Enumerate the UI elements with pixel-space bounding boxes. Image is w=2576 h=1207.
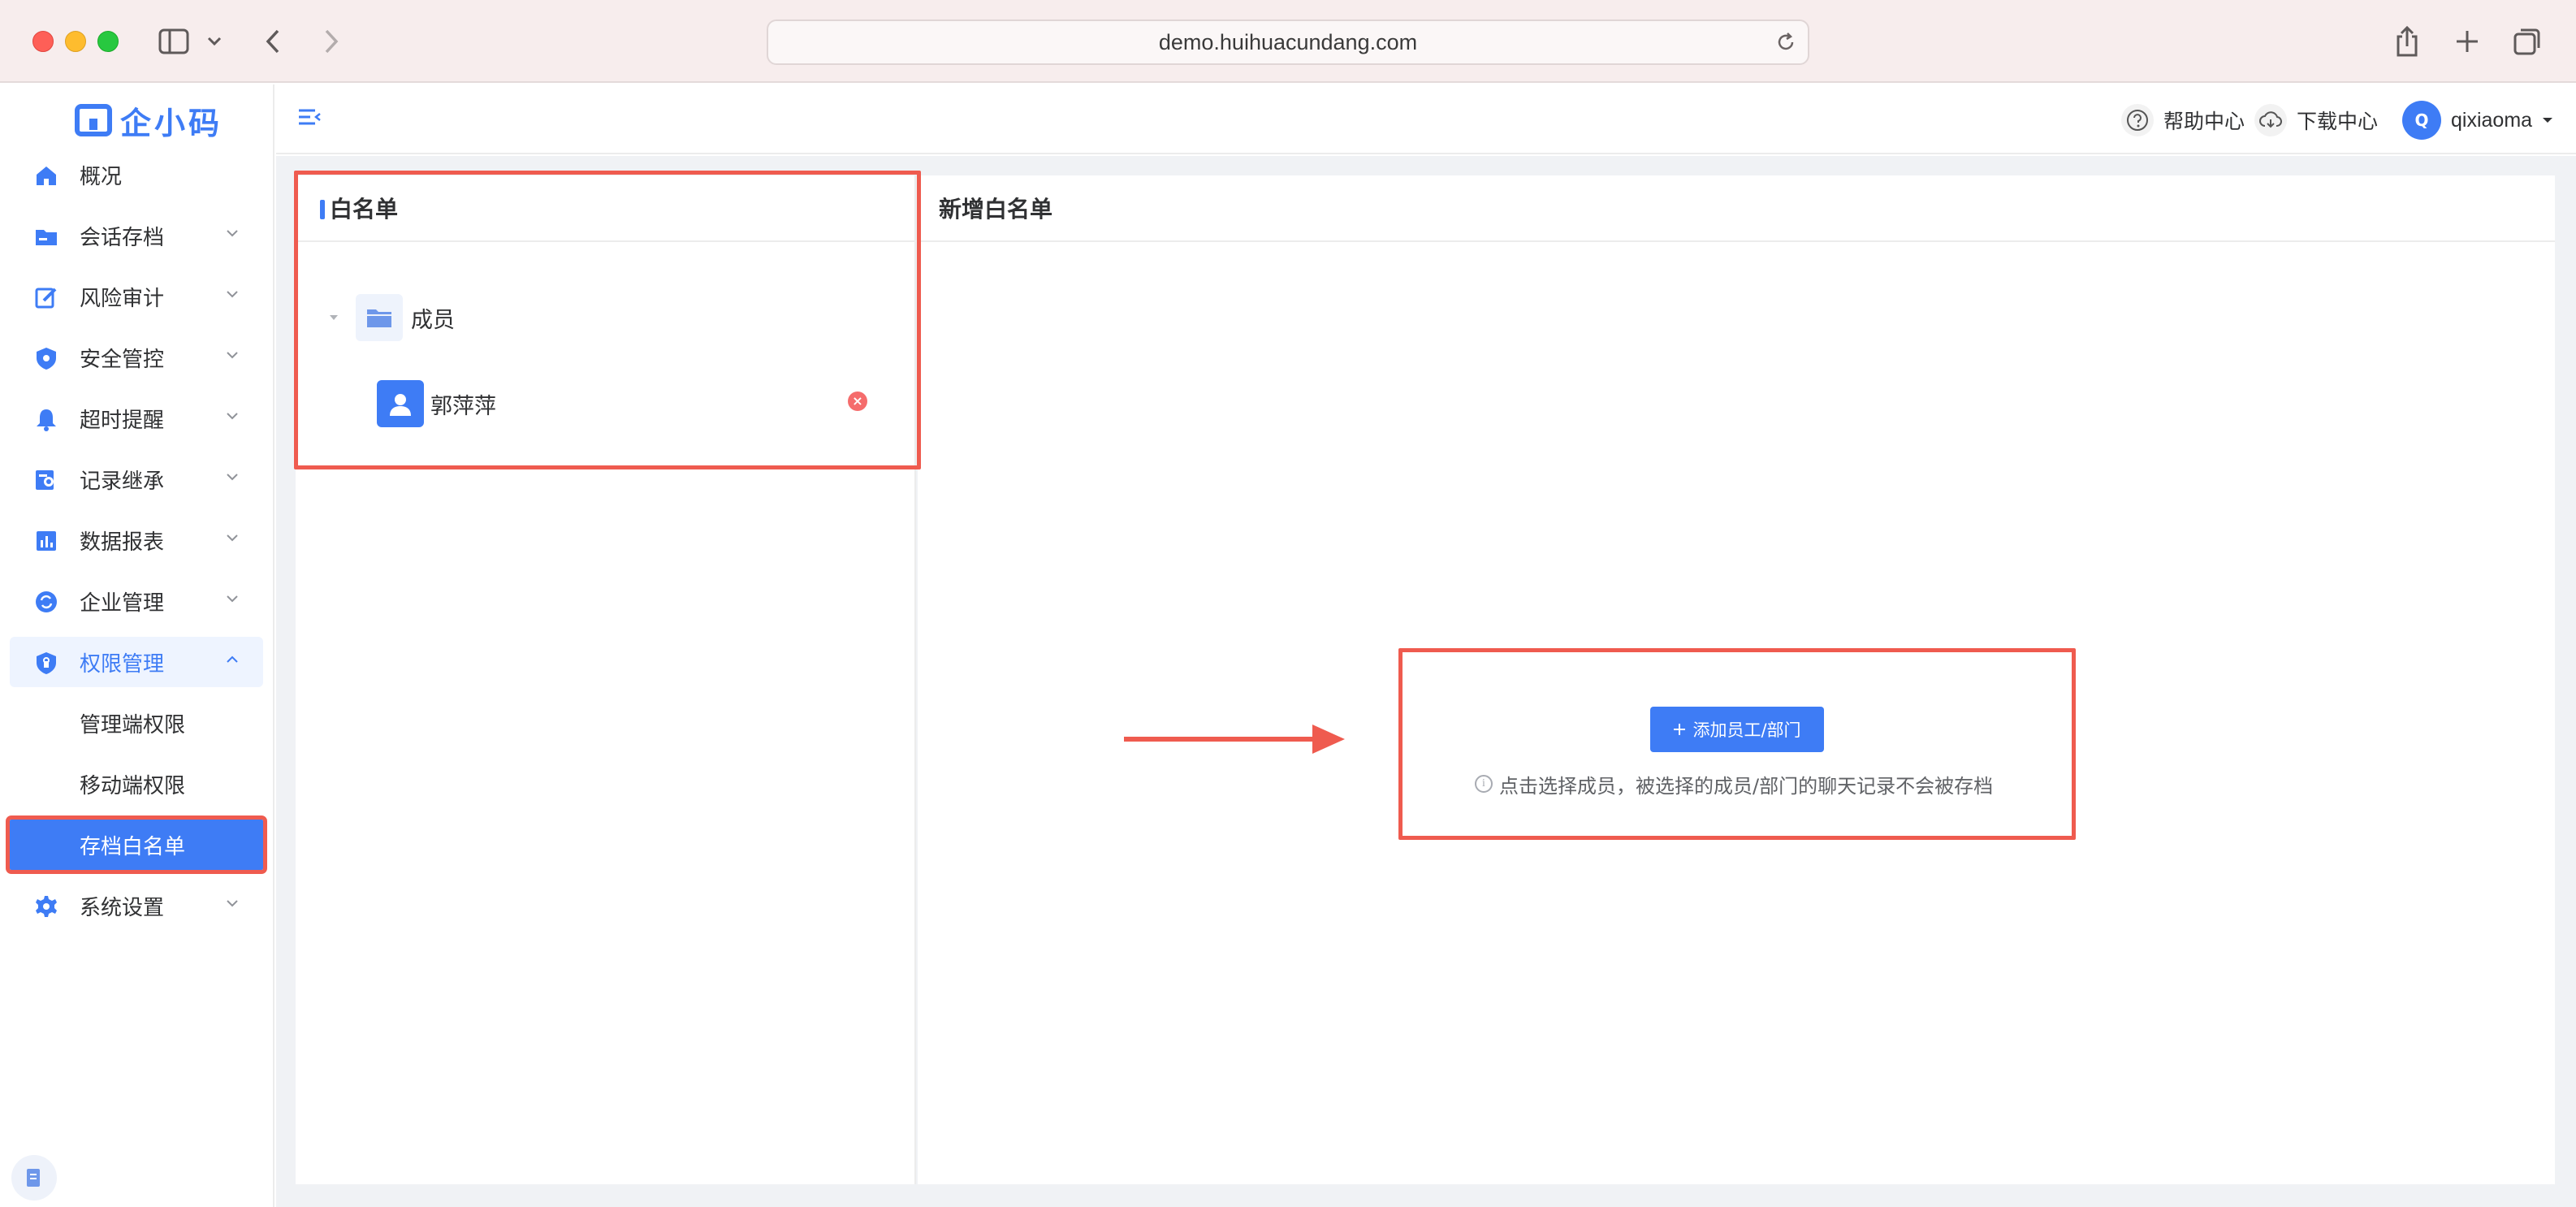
help-center-link[interactable]: 帮助中心 bbox=[2121, 102, 2245, 138]
tree-group-label: 成员 bbox=[411, 307, 455, 333]
info-icon: i bbox=[1475, 775, 1493, 793]
user-record-icon bbox=[36, 470, 54, 490]
sidebar-item-enterprise-management[interactable]: 企业管理 bbox=[10, 576, 263, 626]
user-icon bbox=[377, 380, 424, 427]
sidebar-subitem-archive-whitelist[interactable]: 存档白名单 bbox=[6, 815, 267, 874]
collapse-menu-icon[interactable] bbox=[297, 106, 322, 133]
forward-icon[interactable] bbox=[317, 23, 346, 60]
shield-icon bbox=[37, 348, 56, 370]
home-icon bbox=[37, 167, 56, 185]
back-icon[interactable] bbox=[258, 23, 287, 60]
tree-member-row[interactable]: 郭萍萍 bbox=[377, 380, 496, 427]
add-hint-text: 点击选择成员，被选择的成员/部门的聊天记录不会被存档 bbox=[1499, 774, 1994, 798]
chevron-down-icon bbox=[227, 291, 238, 298]
chevron-down-icon bbox=[227, 230, 238, 237]
sidebar-toggle-icon[interactable] bbox=[156, 23, 192, 60]
logo-icon bbox=[75, 104, 112, 136]
sidebar-item-label: 企业管理 bbox=[80, 591, 165, 616]
reload-icon[interactable] bbox=[1775, 32, 1796, 58]
member-name: 郭萍萍 bbox=[430, 393, 496, 419]
sidebar-item-chat-archive[interactable]: 会话存档 bbox=[10, 210, 263, 261]
add-button-label: 添加员工/部门 bbox=[1692, 720, 1801, 740]
plus-icon bbox=[1674, 724, 1686, 735]
chevron-down-icon bbox=[227, 352, 238, 359]
cloud-download-icon bbox=[2254, 104, 2287, 136]
folder-icon bbox=[356, 294, 403, 341]
sidebar-item-label: 会话存档 bbox=[80, 225, 165, 250]
top-header: 帮助中心 下载中心 Q qixiaoma bbox=[276, 84, 2576, 154]
sidebar-item-data-report[interactable]: 数据报表 bbox=[10, 515, 263, 565]
new-tab-icon[interactable] bbox=[2451, 23, 2483, 60]
download-center-link[interactable]: 下载中心 bbox=[2254, 102, 2378, 138]
download-center-label: 下载中心 bbox=[2297, 110, 2379, 133]
gear-icon bbox=[36, 896, 57, 917]
sidebar: 企小码 概况 会话存档 风险审计 安全管控 超时提醒 记录继承 数据报表 企业管… bbox=[0, 84, 274, 1207]
sidebar-item-overview[interactable]: 概况 bbox=[10, 149, 263, 200]
sidebar-item-label: 存档白名单 bbox=[80, 834, 186, 859]
tab-overview-icon[interactable] bbox=[2511, 23, 2544, 60]
sidebar-item-label: 超时提醒 bbox=[80, 408, 165, 433]
sidebar-item-label: 风险审计 bbox=[80, 286, 165, 311]
arrow-annotation-icon bbox=[1124, 725, 1345, 754]
sidebar-item-system-settings[interactable]: 系统设置 bbox=[10, 880, 263, 931]
window-close-button[interactable] bbox=[32, 31, 54, 52]
sidebar-item-label: 数据报表 bbox=[80, 530, 165, 555]
sidebar-item-record-inherit[interactable]: 记录继承 bbox=[10, 454, 263, 504]
user-menu[interactable]: Q qixiaoma bbox=[2402, 101, 2553, 140]
sidebar-item-label: 权限管理 bbox=[80, 651, 165, 677]
help-icon bbox=[2121, 104, 2154, 136]
window-minimize-button[interactable] bbox=[65, 31, 86, 52]
remove-member-icon[interactable]: × bbox=[848, 392, 867, 411]
share-icon[interactable] bbox=[2391, 23, 2423, 60]
sync-icon bbox=[36, 591, 57, 612]
folder-icon bbox=[36, 230, 57, 245]
sidebar-subitem-admin-permission[interactable]: 管理端权限 bbox=[10, 698, 263, 748]
caret-down-icon bbox=[2543, 118, 2553, 123]
main-content: 白名单 成员 郭萍萍 × 新增白名单 添加员工/部门 i 点击选择成员，被选择的… bbox=[276, 156, 2576, 1207]
tree-group-members[interactable]: 成员 bbox=[328, 294, 455, 341]
address-bar[interactable]: demo.huihuacundang.com bbox=[767, 19, 1809, 65]
caret-down-icon bbox=[330, 315, 338, 320]
lock-shield-icon bbox=[37, 652, 56, 674]
sidebar-item-risk-audit[interactable]: 风险审计 bbox=[10, 271, 263, 322]
add-hint: i 点击选择成员，被选择的成员/部门的聊天记录不会被存档 bbox=[1475, 770, 1993, 798]
chevron-down-icon bbox=[227, 474, 238, 481]
document-icon[interactable] bbox=[11, 1155, 57, 1201]
chevron-down-icon bbox=[227, 534, 238, 542]
add-employee-department-button[interactable]: 添加员工/部门 bbox=[1650, 707, 1824, 752]
chevron-up-icon bbox=[227, 655, 238, 663]
sidebar-item-security-control[interactable]: 安全管控 bbox=[10, 332, 263, 383]
bell-icon bbox=[37, 409, 56, 431]
add-whitelist-panel: 新增白名单 bbox=[918, 175, 2555, 1184]
sidebar-item-label: 安全管控 bbox=[80, 347, 165, 372]
chevron-down-icon bbox=[227, 595, 238, 603]
sidebar-item-permission-management[interactable]: 权限管理 bbox=[10, 637, 263, 687]
help-center-label: 帮助中心 bbox=[2163, 110, 2245, 133]
side-nav: 概况 会话存档 风险审计 安全管控 超时提醒 记录继承 数据报表 企业管理 权限… bbox=[6, 149, 267, 941]
browser-toolbar: demo.huihuacundang.com bbox=[0, 0, 2576, 83]
edit-icon bbox=[35, 288, 57, 309]
user-name: qixiaoma bbox=[2451, 108, 2533, 132]
app-logo[interactable]: 企小码 bbox=[75, 97, 223, 143]
whitelist-title: 白名单 bbox=[296, 175, 914, 242]
avatar: Q bbox=[2402, 101, 2441, 140]
sidebar-item-label: 概况 bbox=[80, 164, 123, 189]
sidebar-item-label: 移动端权限 bbox=[80, 773, 186, 798]
add-whitelist-title: 新增白名单 bbox=[918, 175, 2555, 242]
chevron-down-icon[interactable] bbox=[205, 23, 224, 60]
sidebar-item-timeout-reminder[interactable]: 超时提醒 bbox=[10, 393, 263, 443]
logo-text: 企小码 bbox=[120, 105, 223, 141]
url-text: demo.huihuacundang.com bbox=[1158, 29, 1418, 54]
sidebar-item-label: 系统设置 bbox=[80, 895, 165, 920]
chevron-down-icon bbox=[227, 413, 238, 420]
whitelist-panel: 白名单 成员 郭萍萍 × bbox=[296, 175, 916, 1184]
bar-chart-icon bbox=[37, 531, 56, 551]
window-zoom-button[interactable] bbox=[97, 31, 119, 52]
sidebar-subitem-mobile-permission[interactable]: 移动端权限 bbox=[10, 759, 263, 809]
chevron-down-icon bbox=[227, 900, 238, 907]
sidebar-item-label: 记录继承 bbox=[80, 469, 165, 494]
sidebar-item-label: 管理端权限 bbox=[80, 712, 186, 738]
